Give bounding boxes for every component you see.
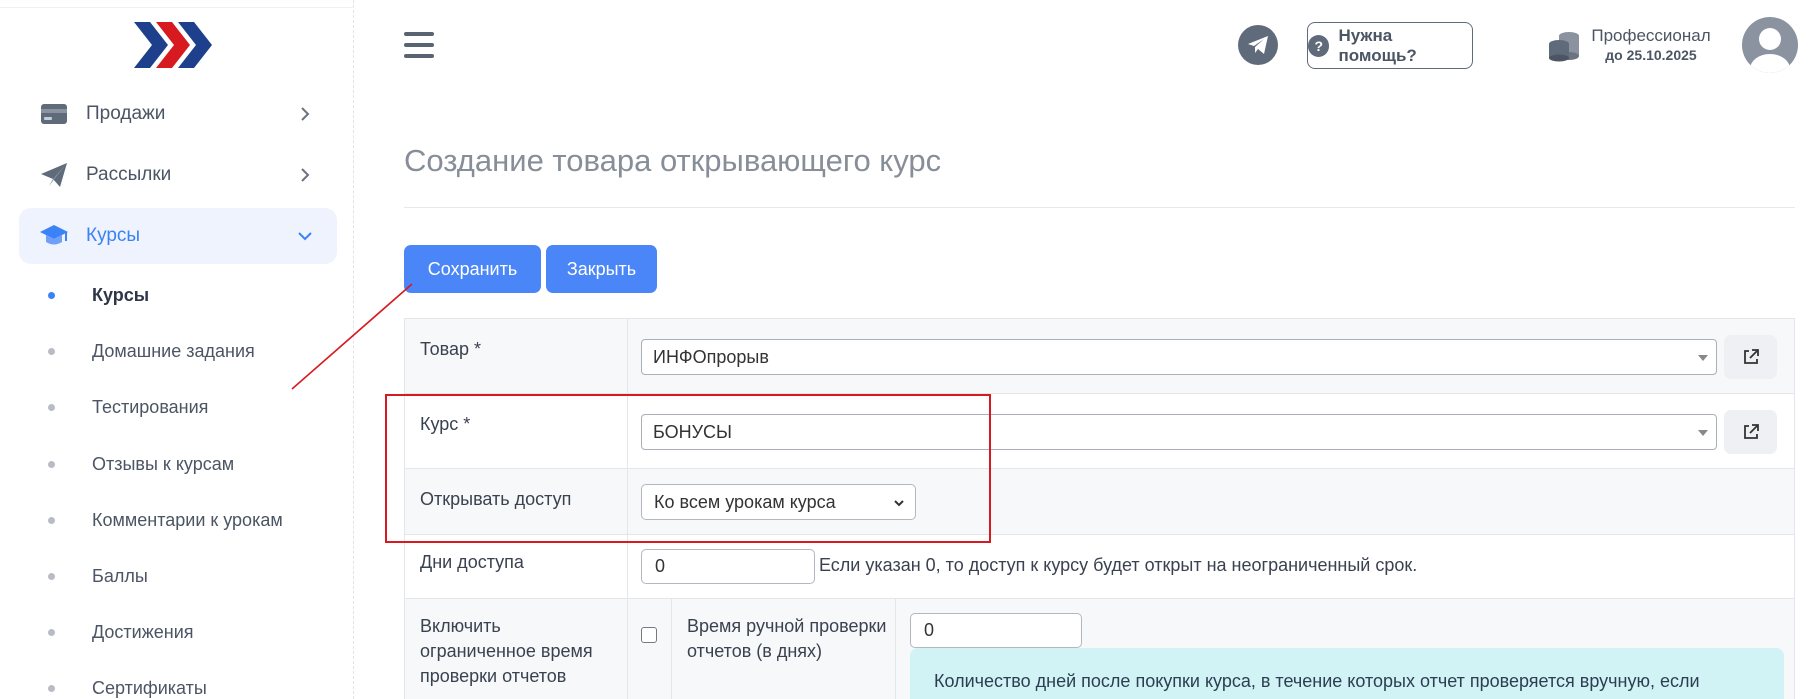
chevron-down-icon xyxy=(298,232,312,241)
sidebar-top-border xyxy=(0,0,354,8)
external-link-icon xyxy=(1743,349,1759,364)
submenu-item-achievements[interactable]: Достижения xyxy=(48,617,194,647)
sidebar: Продажи Рассылки Курсы Курсы Домашние за… xyxy=(0,0,354,699)
hamburger-menu-icon[interactable] xyxy=(404,32,434,58)
label-cell: Включить ограниченное время проверки отч… xyxy=(405,599,628,699)
limited-check-checkbox[interactable] xyxy=(641,627,657,643)
caret-down-icon xyxy=(1698,355,1708,361)
submenu-label: Сертификаты xyxy=(92,677,207,698)
caret-down-icon xyxy=(1698,430,1708,436)
divider xyxy=(671,599,672,699)
days-label: Дни доступа xyxy=(420,552,524,572)
submenu-item-certificates[interactable]: Сертификаты xyxy=(48,673,207,699)
form-row-course: Курс * БОНУСЫ xyxy=(405,394,1794,469)
help-button-label: Нужна помощь? xyxy=(1338,25,1417,65)
external-link-icon xyxy=(1743,424,1759,439)
course-select-value: БОНУСЫ xyxy=(653,421,732,442)
access-label: Открывать доступ xyxy=(420,489,572,509)
logo[interactable] xyxy=(134,20,214,70)
submenu-label: Тестирования xyxy=(92,396,209,417)
sidebar-item-mailings[interactable]: Рассылки xyxy=(19,147,337,203)
bullet-dot xyxy=(48,516,55,524)
open-course-button[interactable] xyxy=(1724,410,1777,454)
plan-expiry: до 25.10.2025 xyxy=(1605,47,1697,63)
open-product-button[interactable] xyxy=(1724,335,1777,379)
product-select[interactable]: ИНФОпрорыв xyxy=(641,339,1717,375)
label-cell: Курс * xyxy=(405,394,628,468)
label-cell: Открывать доступ xyxy=(405,469,628,534)
paper-plane-icon xyxy=(39,160,69,190)
access-select-value: Ко всем урокам курса xyxy=(654,491,836,512)
submenu-item-comments[interactable]: Комментарии к урокам xyxy=(48,505,283,535)
submenu-item-tests[interactable]: Тестирования xyxy=(48,392,208,422)
submenu-item-homework[interactable]: Домашние задания xyxy=(48,336,255,366)
bullet-dot xyxy=(48,460,55,468)
page-title: Создание товара открывающего курс xyxy=(404,143,942,178)
manual-check-label: Время ручной проверки отчетов (в днях) xyxy=(687,616,887,661)
submenu-item-points[interactable]: Баллы xyxy=(48,561,148,591)
wallet-icon xyxy=(39,99,69,129)
avatar[interactable] xyxy=(1742,17,1798,73)
submenu-label: Комментарии к урокам xyxy=(92,509,283,530)
sidebar-item-label: Курсы xyxy=(86,225,141,246)
product-label: Товар * xyxy=(420,339,481,359)
chevron-down-icon xyxy=(894,500,904,507)
bullet-dot xyxy=(48,291,55,299)
product-form: Товар * ИНФОпрорыв Курс * БОНУСЫ Открыва… xyxy=(404,318,1795,699)
question-circle-icon: ? xyxy=(1308,34,1330,57)
save-button[interactable]: Сохранить xyxy=(404,245,541,293)
sidebar-item-sales[interactable]: Продажи xyxy=(19,86,337,142)
top-header: ? Нужна помощь? Профессионал до 25.10.20… xyxy=(355,0,1810,92)
course-select[interactable]: БОНУСЫ xyxy=(641,414,1717,450)
plan-info: Профессионал до 25.10.2025 xyxy=(1586,26,1716,64)
form-row-access: Открывать доступ Ко всем урокам курса xyxy=(405,469,1794,535)
telegram-icon[interactable] xyxy=(1238,25,1278,65)
graduation-cap-icon xyxy=(39,221,69,251)
form-row-report-check: Включить ограниченное время проверки отч… xyxy=(405,599,1794,699)
manual-days-input[interactable]: 0 xyxy=(910,613,1082,648)
divider xyxy=(404,207,1795,208)
submenu-label: Баллы xyxy=(92,565,148,586)
submenu-item-courses[interactable]: Курсы xyxy=(48,280,149,310)
chevron-right-icon xyxy=(301,168,310,182)
product-select-value: ИНФОпрорыв xyxy=(653,346,769,367)
label-cell: Дни доступа xyxy=(405,535,628,598)
days-input[interactable]: 0 xyxy=(641,549,815,584)
submenu-label: Домашние задания xyxy=(92,340,255,361)
sidebar-item-courses[interactable]: Курсы xyxy=(19,208,337,264)
bullet-dot xyxy=(48,347,55,355)
submenu-label: Достижения xyxy=(92,621,194,642)
limited-check-label: Включить ограниченное время проверки отч… xyxy=(420,616,593,686)
submenu-item-reviews[interactable]: Отзывы к курсам xyxy=(48,449,234,479)
bullet-dot xyxy=(48,628,55,636)
coins-icon xyxy=(1549,32,1579,62)
sidebar-item-label: Рассылки xyxy=(86,164,172,185)
form-row-days: Дни доступа 0 Если указан 0, то доступ к… xyxy=(405,535,1794,599)
manual-days-value: 0 xyxy=(924,620,935,640)
help-button[interactable]: ? Нужна помощь? xyxy=(1307,22,1473,69)
access-select[interactable]: Ко всем урокам курса xyxy=(641,484,916,520)
label-cell: Товар * xyxy=(405,319,628,393)
days-hint: Если указан 0, то доступ к курсу будет о… xyxy=(819,555,1418,575)
submenu-label: Курсы xyxy=(92,284,150,305)
bullet-dot xyxy=(48,684,55,692)
close-button[interactable]: Закрыть xyxy=(546,245,657,293)
course-label: Курс * xyxy=(420,414,471,434)
info-alert: Количество дней после покупки курса, в т… xyxy=(910,648,1784,699)
bullet-dot xyxy=(48,403,55,411)
days-input-value: 0 xyxy=(655,556,666,576)
bullet-dot xyxy=(48,572,55,580)
form-row-product: Товар * ИНФОпрорыв xyxy=(405,319,1794,394)
plan-name: Профессионал xyxy=(1591,26,1711,45)
submenu-label: Отзывы к курсам xyxy=(92,453,235,474)
sidebar-item-label: Продажи xyxy=(86,103,166,124)
divider xyxy=(895,599,896,699)
chevron-right-icon xyxy=(301,107,310,121)
